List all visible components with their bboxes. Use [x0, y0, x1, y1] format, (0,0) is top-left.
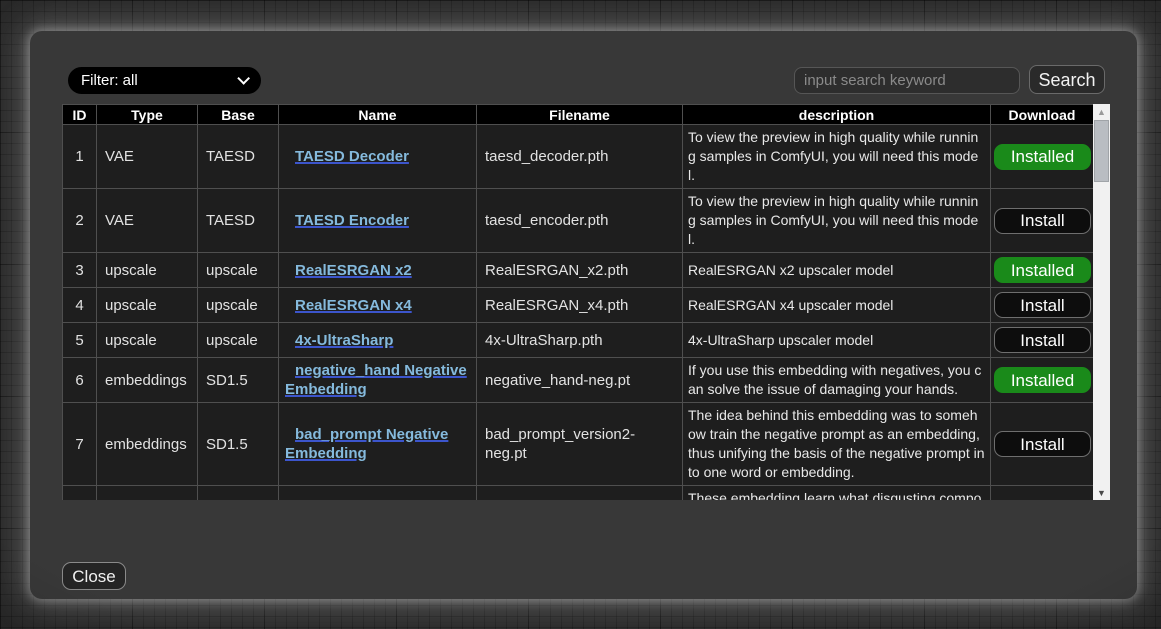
scrollbar-thumb[interactable] — [1094, 120, 1109, 182]
model-download-cell: Install — [991, 403, 1094, 486]
model-description-cell: To view the preview in high quality whil… — [683, 125, 991, 189]
table-header-row: IDTypeBaseNameFilenamedescriptionDownloa… — [63, 105, 1094, 125]
model-download-cell: Installed — [991, 125, 1094, 189]
model-description-cell: RealESRGAN x4 upscaler model — [683, 288, 991, 323]
model-name-cell: TAESD Decoder — [279, 125, 477, 189]
model-download-cell: Install — [991, 288, 1094, 323]
model-type-cell: VAE — [97, 125, 198, 189]
model-name-cell — [279, 486, 477, 501]
model-description-cell: If you use this embedding with negatives… — [683, 358, 991, 403]
table-row: 4upscaleupscaleRealESRGAN x4RealESRGAN_x… — [63, 288, 1094, 323]
table-row: 1VAETAESD TAESD Decoder taesd_decoder.pthT… — [63, 125, 1094, 189]
close-button[interactable]: Close — [62, 562, 126, 590]
model-type-cell: upscale — [97, 288, 198, 323]
column-header-id: ID — [63, 105, 97, 125]
model-type-cell: upscale — [97, 323, 198, 358]
model-name-cell: RealESRGAN x4 — [279, 288, 477, 323]
model-download-cell: Installed — [991, 358, 1094, 403]
model-description-cell: To view the preview in high quality whil… — [683, 189, 991, 253]
column-header-description: description — [683, 105, 991, 125]
chevron-down-icon — [237, 72, 250, 85]
model-download-cell — [991, 486, 1094, 501]
model-filename-cell: RealESRGAN_x4.pth — [477, 288, 683, 323]
table-scrollbar[interactable]: ▲ ▼ — [1093, 104, 1110, 500]
model-filename-cell — [477, 486, 683, 501]
filter-select[interactable]: Filter: all — [68, 67, 261, 94]
install-models-dialog: Filter: all Search IDTypeBaseNameFilenam… — [30, 31, 1137, 599]
model-type-cell: embeddings — [97, 358, 198, 403]
model-id-cell: 1 — [63, 125, 97, 189]
model-filename-cell: taesd_decoder.pth — [477, 125, 683, 189]
model-base-cell: upscale — [198, 253, 279, 288]
model-download-cell: Install — [991, 189, 1094, 253]
model-id-cell: 3 — [63, 253, 97, 288]
model-description-cell: These embedding learn what disgusting co… — [683, 486, 991, 501]
filter-select-value: Filter: all — [81, 72, 237, 89]
model-name-cell: 4x-UltraSharp — [279, 323, 477, 358]
table-row: 2VAETAESD TAESD Encoder taesd_encoder.pthT… — [63, 189, 1094, 253]
table-row: 7embeddingsSD1.5bad_prompt Negative Embe… — [63, 403, 1094, 486]
models-table: IDTypeBaseNameFilenamedescriptionDownloa… — [62, 104, 1093, 500]
model-filename-cell: taesd_encoder.pth — [477, 189, 683, 253]
comfyui-canvas: Filter: all Search IDTypeBaseNameFilenam… — [0, 0, 1161, 629]
model-base-cell: upscale — [198, 288, 279, 323]
install-button[interactable]: Install — [994, 431, 1091, 457]
model-name-link[interactable]: TAESD Decoder — [295, 148, 409, 165]
column-header-base: Base — [198, 105, 279, 125]
model-name-cell: RealESRGAN x2 — [279, 253, 477, 288]
model-base-cell: upscale — [198, 323, 279, 358]
table-row: 5upscaleupscale4x-UltraSharp4x-UltraShar… — [63, 323, 1094, 358]
model-name-link[interactable]: RealESRGAN x2 — [295, 262, 412, 279]
scroll-up-icon[interactable]: ▲ — [1093, 105, 1110, 119]
model-name-link[interactable]: negative_hand Negative Embedding — [285, 362, 467, 398]
model-name-cell: negative_hand Negative Embedding — [279, 358, 477, 403]
model-id-cell — [63, 486, 97, 501]
model-name-cell: bad_prompt Negative Embedding — [279, 403, 477, 486]
model-type-cell: embeddings — [97, 403, 198, 486]
model-id-cell: 5 — [63, 323, 97, 358]
model-id-cell: 7 — [63, 403, 97, 486]
installed-button[interactable]: Installed — [994, 367, 1091, 393]
column-header-filename: Filename — [477, 105, 683, 125]
model-base-cell: TAESD — [198, 125, 279, 189]
install-button[interactable]: Install — [994, 292, 1091, 318]
model-download-cell: Install — [991, 323, 1094, 358]
scroll-down-icon[interactable]: ▼ — [1093, 486, 1110, 500]
model-name-cell: TAESD Encoder — [279, 189, 477, 253]
model-type-cell: VAE — [97, 189, 198, 253]
table-row: These embedding learn what disgusting co… — [63, 486, 1094, 501]
installed-button[interactable]: Installed — [994, 144, 1091, 170]
model-base-cell — [198, 486, 279, 501]
model-filename-cell: bad_prompt_version2-neg.pt — [477, 403, 683, 486]
model-base-cell: TAESD — [198, 189, 279, 253]
model-name-link[interactable]: 4x-UltraSharp — [295, 332, 393, 349]
column-header-type: Type — [97, 105, 198, 125]
model-name-link[interactable]: TAESD Encoder — [295, 212, 409, 229]
model-name-link[interactable]: RealESRGAN x4 — [295, 297, 412, 314]
model-description-cell: The idea behind this embedding was to so… — [683, 403, 991, 486]
installed-button[interactable]: Installed — [994, 257, 1091, 283]
model-id-cell: 6 — [63, 358, 97, 403]
model-download-cell: Installed — [991, 253, 1094, 288]
search-button[interactable]: Search — [1029, 65, 1105, 94]
table-row: 3upscaleupscaleRealESRGAN x2RealESRGAN_x… — [63, 253, 1094, 288]
model-base-cell: SD1.5 — [198, 358, 279, 403]
model-filename-cell: negative_hand-neg.pt — [477, 358, 683, 403]
install-button[interactable]: Install — [994, 208, 1091, 234]
model-name-link[interactable]: bad_prompt Negative Embedding — [285, 426, 448, 462]
search-input[interactable] — [794, 67, 1020, 94]
column-header-download: Download — [991, 105, 1094, 125]
model-filename-cell: 4x-UltraSharp.pth — [477, 323, 683, 358]
model-type-cell — [97, 486, 198, 501]
column-header-name: Name — [279, 105, 477, 125]
install-button[interactable]: Install — [994, 327, 1091, 353]
model-filename-cell: RealESRGAN_x2.pth — [477, 253, 683, 288]
model-description-cell: RealESRGAN x2 upscaler model — [683, 253, 991, 288]
model-id-cell: 2 — [63, 189, 97, 253]
table-row: 6embeddingsSD1.5negative_hand Negative E… — [63, 358, 1094, 403]
model-description-cell: 4x-UltraSharp upscaler model — [683, 323, 991, 358]
model-base-cell: SD1.5 — [198, 403, 279, 486]
model-id-cell: 4 — [63, 288, 97, 323]
model-type-cell: upscale — [97, 253, 198, 288]
